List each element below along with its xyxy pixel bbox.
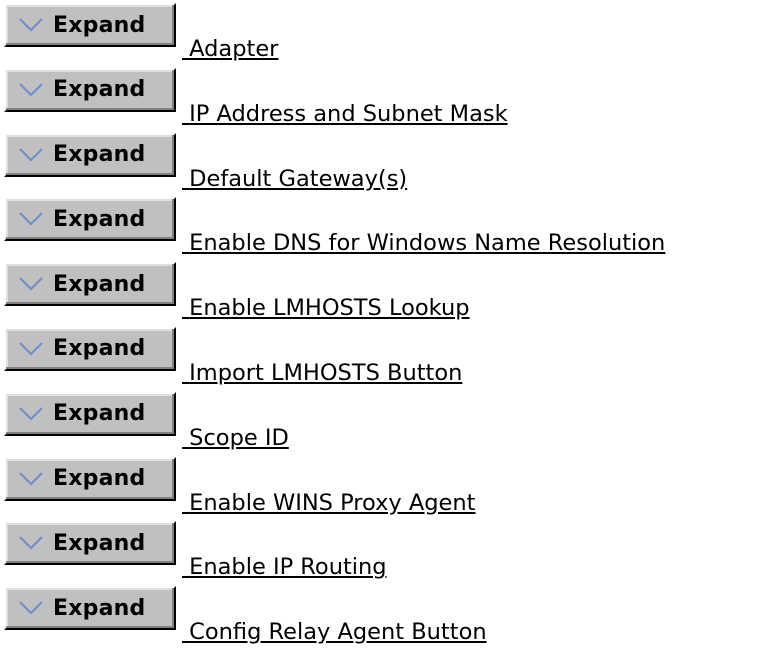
- expand-button-label: Expand: [53, 142, 146, 168]
- topic-link[interactable]: Default Gateway(s): [182, 166, 407, 192]
- expand-button[interactable]: Expand: [4, 326, 176, 371]
- chevron-down-icon: [19, 601, 43, 615]
- topic-link[interactable]: Import LMHOSTS Button: [182, 360, 462, 386]
- expand-button-label: Expand: [53, 595, 146, 621]
- topic-row: Expand IP Address and Subnet Mask: [0, 65, 760, 130]
- topic-link[interactable]: Config Relay Agent Button: [182, 619, 486, 645]
- topic-row: Expand Enable IP Routing: [0, 518, 760, 583]
- expand-button[interactable]: Expand: [4, 197, 176, 242]
- chevron-down-icon: [19, 277, 43, 291]
- topic-row: Expand Default Gateway(s): [0, 130, 760, 195]
- topic-link[interactable]: Enable LMHOSTS Lookup: [182, 295, 469, 321]
- expand-button-label: Expand: [53, 206, 146, 232]
- chevron-down-icon: [19, 342, 43, 356]
- topic-row: Expand Enable WINS Proxy Agent: [0, 454, 760, 519]
- expand-button[interactable]: Expand: [4, 3, 176, 47]
- topic-row: Expand Enable DNS for Windows Name Resol…: [0, 194, 760, 259]
- chevron-down-icon: [19, 83, 43, 97]
- chevron-down-icon: [19, 18, 43, 32]
- chevron-down-icon: [19, 212, 43, 226]
- topic-row: Expand Config Relay Agent Button: [0, 583, 760, 648]
- expand-button-label: Expand: [53, 77, 146, 103]
- expand-button[interactable]: Expand: [4, 132, 176, 177]
- topic-link[interactable]: IP Address and Subnet Mask: [182, 101, 507, 127]
- expand-button[interactable]: Expand: [4, 521, 176, 566]
- expand-button[interactable]: Expand: [4, 67, 176, 112]
- topic-row: Expand Scope ID: [0, 389, 760, 454]
- expand-button-label: Expand: [53, 336, 146, 362]
- topic-row: Expand Enable LMHOSTS Lookup: [0, 259, 760, 324]
- chevron-down-icon: [19, 407, 43, 421]
- expand-button[interactable]: Expand: [4, 586, 176, 631]
- chevron-down-icon: [19, 471, 43, 486]
- topic-link[interactable]: Adapter: [182, 36, 278, 62]
- expand-button-label: Expand: [53, 466, 146, 492]
- expand-button-label: Expand: [53, 530, 146, 556]
- topic-link[interactable]: Scope ID: [182, 425, 289, 451]
- topic-row: Expand Import LMHOSTS Button: [0, 324, 760, 389]
- topic-link[interactable]: Enable IP Routing: [182, 554, 386, 580]
- expand-button[interactable]: Expand: [4, 456, 176, 501]
- expand-button-label: Expand: [53, 401, 146, 427]
- topic-link[interactable]: Enable WINS Proxy Agent: [182, 490, 475, 516]
- topic-row: Expand Adapter: [0, 0, 760, 65]
- chevron-down-icon: [19, 147, 43, 162]
- expand-button[interactable]: Expand: [4, 262, 176, 307]
- topic-link[interactable]: Enable DNS for Windows Name Resolution: [182, 230, 665, 256]
- chevron-down-icon: [19, 536, 43, 550]
- expand-button[interactable]: Expand: [4, 391, 176, 436]
- expand-button-label: Expand: [53, 271, 146, 297]
- expand-button-label: Expand: [53, 12, 146, 38]
- expandable-topic-list: Expand Adapter Expand IP Address and Sub…: [0, 0, 760, 648]
